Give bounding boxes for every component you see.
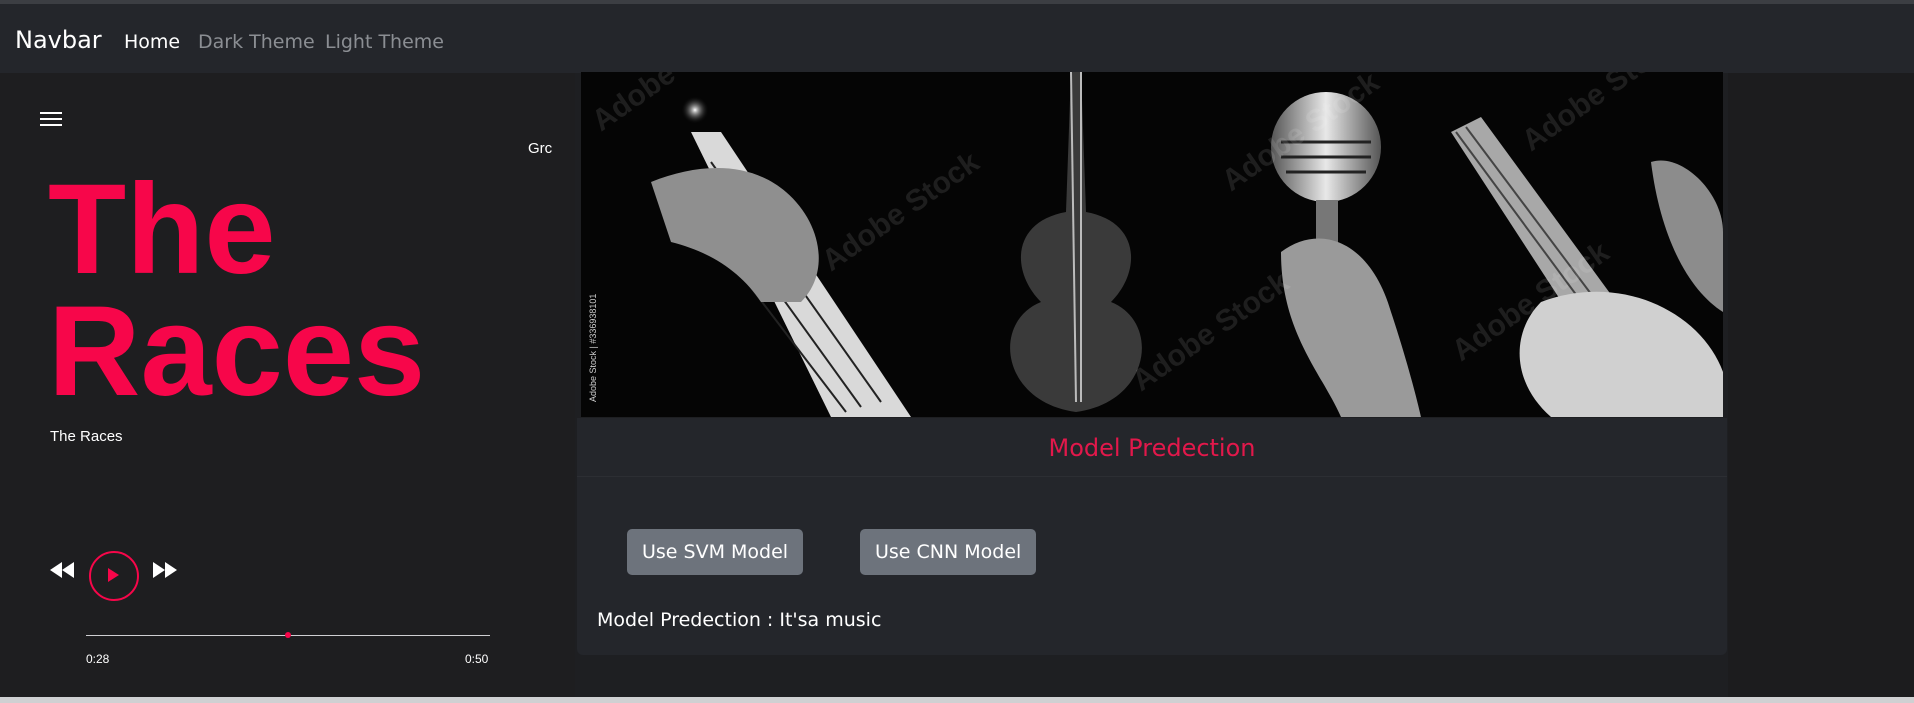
play-button[interactable] [89,551,139,601]
right-margin [1728,73,1914,703]
card-header: Model Predection [577,418,1727,477]
cnn-model-button[interactable]: Use CNN Model [860,529,1037,575]
clipped-label: Grc [528,140,553,157]
play-icon [108,568,119,582]
music-player: Grc The Races The Races 0:28 0:50 [0,73,575,697]
rewind-icon[interactable] [50,562,74,578]
nav-link-dark-theme[interactable]: Dark Theme [198,31,315,53]
prediction-result: Model Predection : It'sa music [597,609,882,631]
navbar-brand[interactable]: Navbar [15,26,102,54]
progress-thumb[interactable] [285,632,291,638]
navbar: Navbar Home Dark Theme Light Theme [0,4,1914,73]
prediction-card: Model Predection Use SVM Model Use CNN M… [577,418,1727,655]
nav-link-light-theme[interactable]: Light Theme [325,31,444,53]
page: Navbar Home Dark Theme Light Theme Grc T… [0,0,1914,703]
nav-link-home[interactable]: Home [124,31,180,53]
menu-icon[interactable] [40,112,62,128]
window-bottom-border [0,697,1914,703]
track-title-small: The Races [50,428,123,445]
track-title-large: The Races [48,158,426,423]
svg-text:Adobe Stock | #336938101: Adobe Stock | #336938101 [588,294,598,402]
fast-forward-icon[interactable] [153,562,177,578]
svm-model-button[interactable]: Use SVM Model [627,529,804,575]
card-title: Model Predection [1048,434,1256,462]
music-banner-image: Adobe Stock Adobe Stock Adobe Stock Adob… [581,72,1723,417]
current-time: 0:28 [86,652,110,666]
total-time: 0:50 [465,652,489,666]
